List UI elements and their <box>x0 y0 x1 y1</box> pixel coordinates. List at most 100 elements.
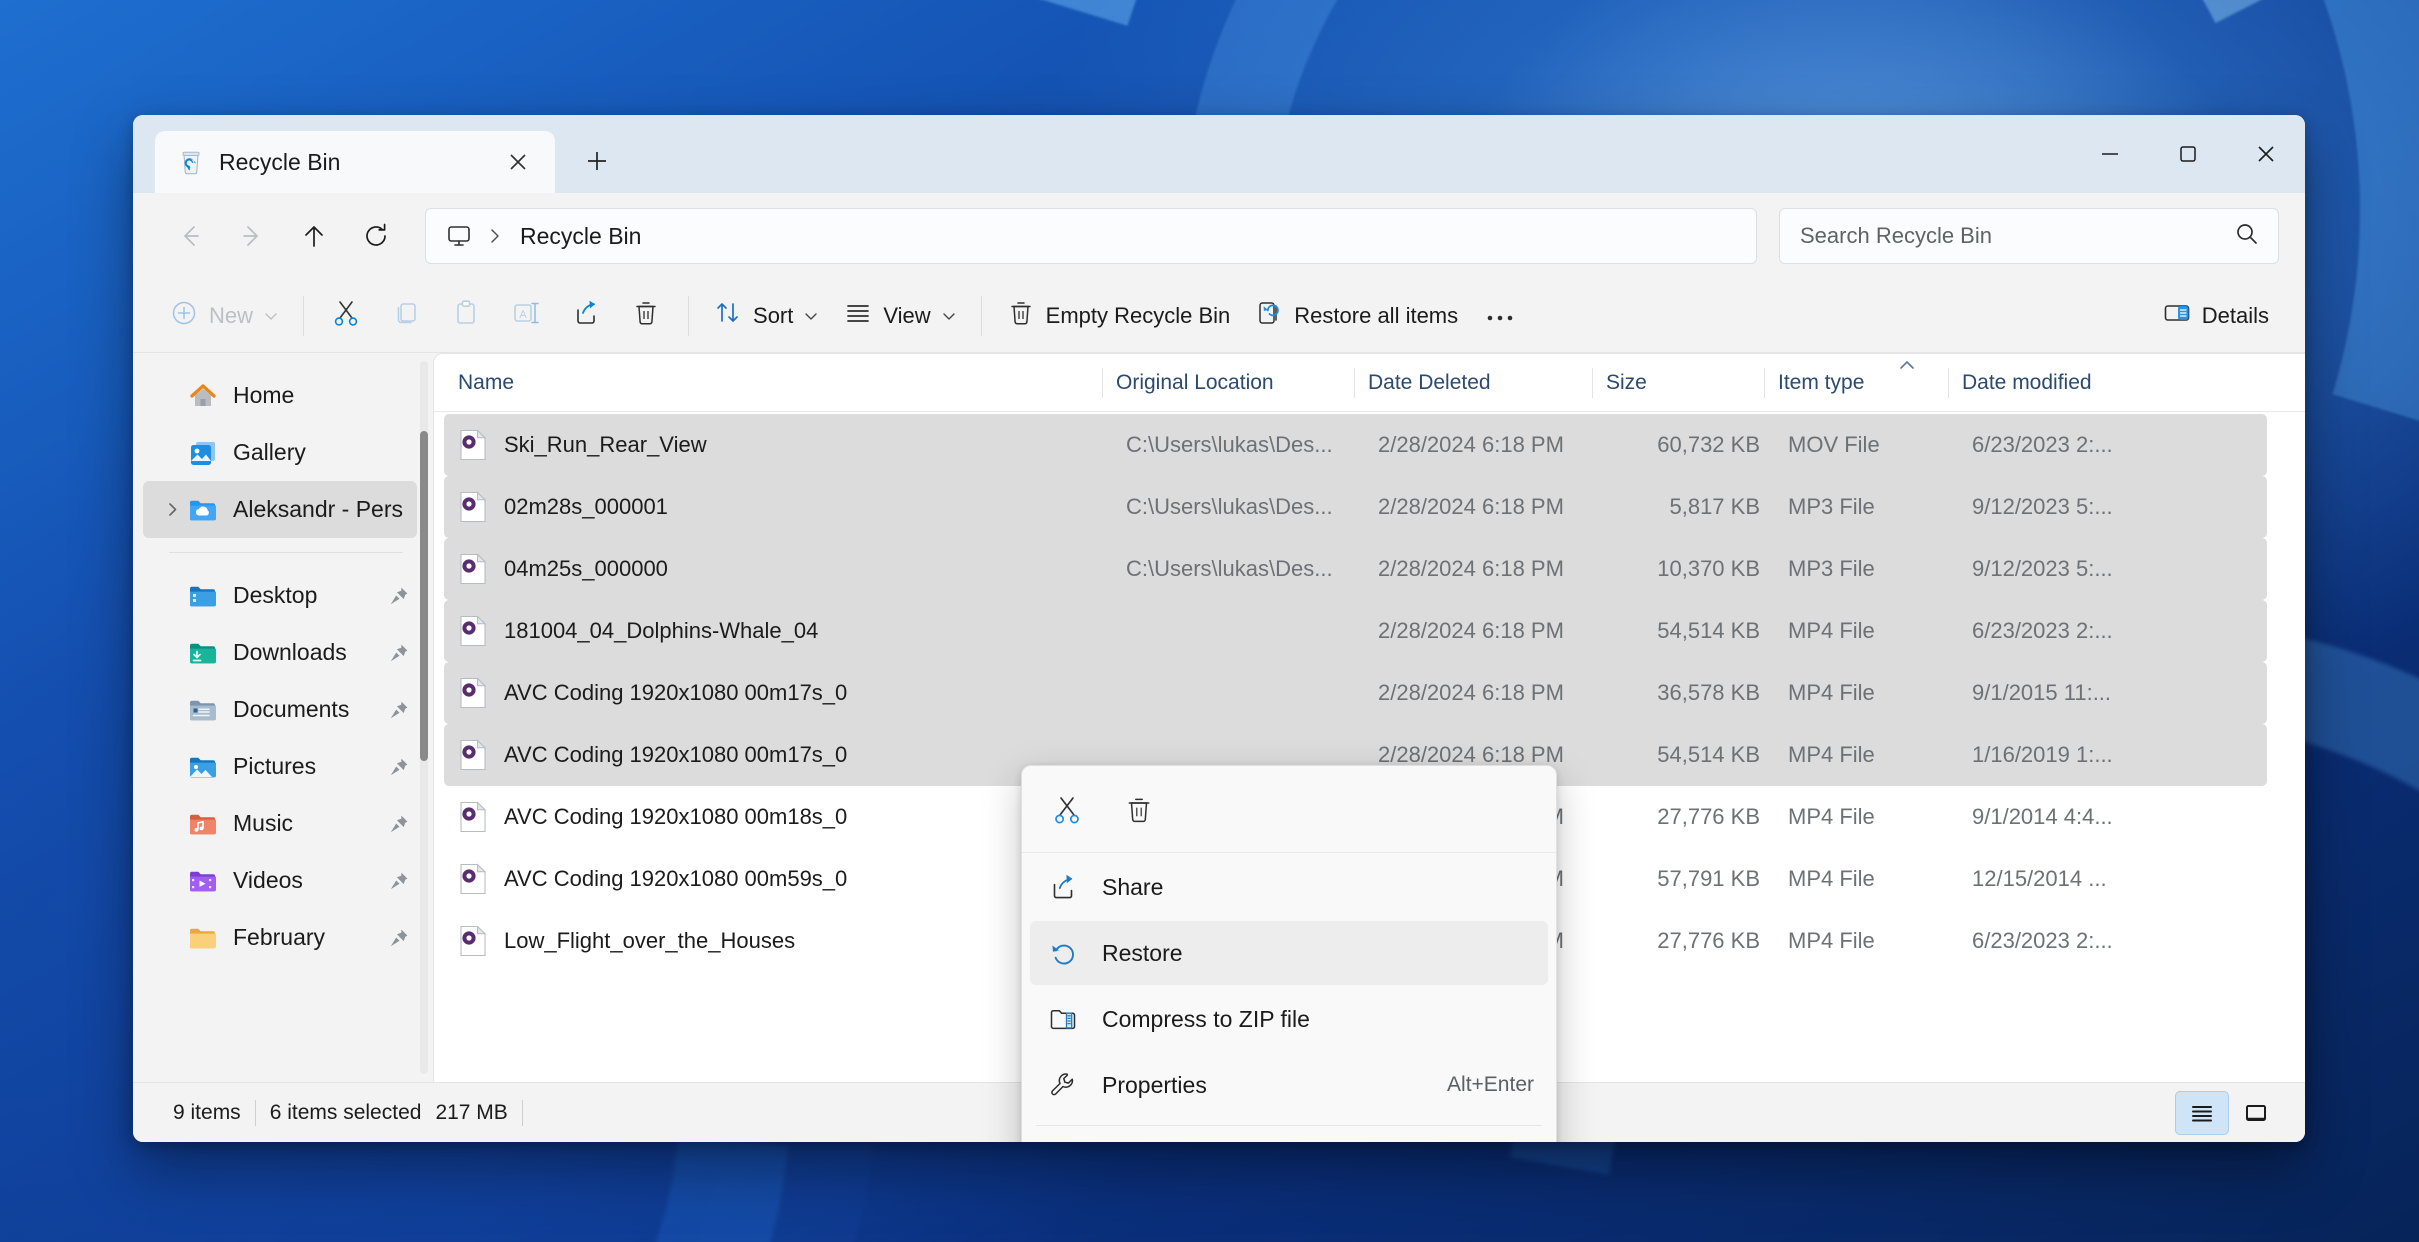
pictures-folder-icon <box>187 751 219 783</box>
table-row[interactable]: Ski_Run_Rear_View C:\Users\lukas\Des... 2/… <box>444 414 2267 476</box>
pin-icon[interactable] <box>385 756 413 778</box>
delete-button[interactable] <box>616 288 676 344</box>
context-menu-item-compress-to-zip[interactable]: Compress to ZIP file <box>1030 987 1548 1051</box>
view-button[interactable]: View <box>831 288 968 344</box>
file-name-cell[interactable]: AVC Coding 1920x1080 00m59s_0 <box>444 848 1112 910</box>
context-menu-item-properties[interactable]: Properties Alt+Enter <box>1030 1053 1548 1117</box>
videos-folder-icon <box>187 865 219 897</box>
file-name-cell[interactable]: 04m25s_000000 <box>444 538 1112 600</box>
navigation-pane: Home Gallery Aleksandr - Pers Desktop Do… <box>133 353 433 1082</box>
file-name-cell[interactable]: Ski_Run_Rear_View <box>444 414 1112 476</box>
table-row[interactable]: AVC Coding 1920x1080 00m17s_0 2/28/2024 6… <box>444 662 2267 724</box>
sidebar-item-pictures[interactable]: Pictures <box>143 738 417 795</box>
search-box[interactable] <box>1779 208 2279 264</box>
sidebar-item-music[interactable]: Music <box>143 795 417 852</box>
column-header-size[interactable]: Size <box>1592 354 1764 412</box>
context-menu-item-restore[interactable]: Restore <box>1030 921 1548 985</box>
column-header-date-deleted[interactable]: Date Deleted <box>1354 354 1592 412</box>
refresh-button[interactable] <box>345 205 407 267</box>
trash-icon <box>1006 298 1036 334</box>
restore-all-items-button[interactable]: Restore all items <box>1242 288 1470 344</box>
size-cell: 27,776 KB <box>1657 804 1760 829</box>
column-header-original-location[interactable]: Original Location <box>1102 354 1354 412</box>
pin-icon[interactable] <box>385 870 413 892</box>
size-cell: 36,578 KB <box>1657 680 1760 705</box>
breadcrumb-current[interactable]: Recycle Bin <box>520 223 641 250</box>
music-folder-icon <box>187 808 219 840</box>
column-header-date-modified[interactable]: Date modified <box>1948 354 2198 412</box>
sidebar-item-downloads[interactable]: Downloads <box>143 624 417 681</box>
minimize-button[interactable] <box>2071 115 2149 193</box>
share-icon <box>1046 870 1080 904</box>
status-item-count: 9 items <box>173 1100 241 1124</box>
sort-button[interactable]: Sort <box>701 288 831 344</box>
status-selection-size: 217 MB <box>435 1100 508 1124</box>
back-button[interactable] <box>159 205 221 267</box>
details-view-toggle[interactable] <box>2175 1090 2229 1135</box>
maximize-button[interactable] <box>2149 115 2227 193</box>
original-location-cell: C:\Users\lukas\Des... <box>1126 556 1333 581</box>
rename-button[interactable]: A <box>496 288 556 344</box>
date-modified-cell: 6/23/2023 2:... <box>1972 432 2113 457</box>
cut-button[interactable] <box>316 288 376 344</box>
copy-button[interactable] <box>376 288 436 344</box>
pin-icon[interactable] <box>385 585 413 607</box>
pin-icon[interactable] <box>385 699 413 721</box>
table-row[interactable]: 02m28s_000001 C:\Users\lukas\Des... 2/28/2… <box>444 476 2267 538</box>
new-button[interactable]: New <box>157 288 291 344</box>
close-tab-button[interactable] <box>495 139 541 185</box>
context-menu-item-share[interactable]: Share <box>1030 855 1548 919</box>
sidebar-item-documents[interactable]: Documents <box>143 681 417 738</box>
forward-button[interactable] <box>221 205 283 267</box>
table-row[interactable]: 181004_04_Dolphins-Whale_04 2/28/2024 6:1… <box>444 600 2267 662</box>
sidebar-item-videos[interactable]: Videos <box>143 852 417 909</box>
tab-recycle-bin[interactable]: Recycle Bin <box>155 131 555 193</box>
sidebar-item-home[interactable]: Home <box>143 367 417 424</box>
address-bar[interactable]: Recycle Bin <box>425 208 1757 264</box>
pin-icon[interactable] <box>385 927 413 949</box>
column-header-name[interactable]: Name <box>434 354 1102 412</box>
sidebar-item-label: Music <box>233 810 294 836</box>
new-tab-button[interactable] <box>571 135 623 187</box>
sidebar-item-label: Pictures <box>233 753 317 779</box>
tiles-view-toggle[interactable] <box>2229 1091 2283 1135</box>
search-input[interactable] <box>1800 223 2224 249</box>
up-button[interactable] <box>283 205 345 267</box>
sidebar-item-onedrive[interactable]: Aleksandr - Pers <box>143 481 417 538</box>
sidebar-item-february[interactable]: February <box>143 909 417 966</box>
tab-strip: Recycle Bin <box>133 115 623 193</box>
file-name-cell[interactable]: AVC Coding 1920x1080 00m17s_0 <box>444 724 1112 786</box>
file-name-cell[interactable]: AVC Coding 1920x1080 00m18s_0 <box>444 786 1112 848</box>
close-window-button[interactable] <box>2227 115 2305 193</box>
paste-button[interactable] <box>436 288 496 344</box>
chevron-right-icon[interactable] <box>157 501 187 518</box>
sidebar-item-desktop[interactable]: Desktop <box>143 567 417 624</box>
monitor-icon[interactable] <box>442 219 476 253</box>
search-icon[interactable] <box>2234 221 2260 252</box>
table-row[interactable]: 04m25s_000000 C:\Users\lukas\Des... 2/28/2… <box>444 538 2267 600</box>
sidebar-scrollbar-thumb[interactable] <box>420 431 428 761</box>
context-menu-item-show-more-options[interactable]: Show more options <box>1030 1134 1548 1142</box>
sidebar-item-gallery[interactable]: Gallery <box>143 424 417 481</box>
more-options-button[interactable] <box>1470 288 1530 344</box>
file-name-cell[interactable]: AVC Coding 1920x1080 00m17s_0 <box>444 662 1112 724</box>
size-cell: 60,732 KB <box>1657 432 1760 457</box>
column-label: Original Location <box>1116 370 1274 394</box>
pin-icon[interactable] <box>385 642 413 664</box>
column-header-item-type[interactable]: Item type <box>1764 354 1948 412</box>
context-cut-button[interactable] <box>1036 784 1098 840</box>
file-name-cell[interactable]: 181004_04_Dolphins-Whale_04 <box>444 600 1112 662</box>
context-menu: Share Restore Compress to ZIP file Prope… <box>1021 765 1557 1142</box>
file-name-cell[interactable]: Low_Flight_over_the_Houses <box>444 910 1112 972</box>
file-name-cell[interactable]: 02m28s_000001 <box>444 476 1112 538</box>
context-delete-button[interactable] <box>1108 784 1170 840</box>
details-pane-label: Details <box>2201 302 2269 328</box>
chevron-down-icon <box>941 308 957 324</box>
empty-recycle-bin-button[interactable]: Empty Recycle Bin <box>994 288 1243 344</box>
downloads-folder-icon <box>187 637 219 669</box>
original-location-cell: C:\Users\lukas\Des... <box>1126 494 1333 519</box>
details-pane-button[interactable]: Details <box>2150 288 2281 344</box>
pin-icon[interactable] <box>385 813 413 835</box>
documents-folder-icon <box>187 694 219 726</box>
share-button[interactable] <box>556 288 616 344</box>
